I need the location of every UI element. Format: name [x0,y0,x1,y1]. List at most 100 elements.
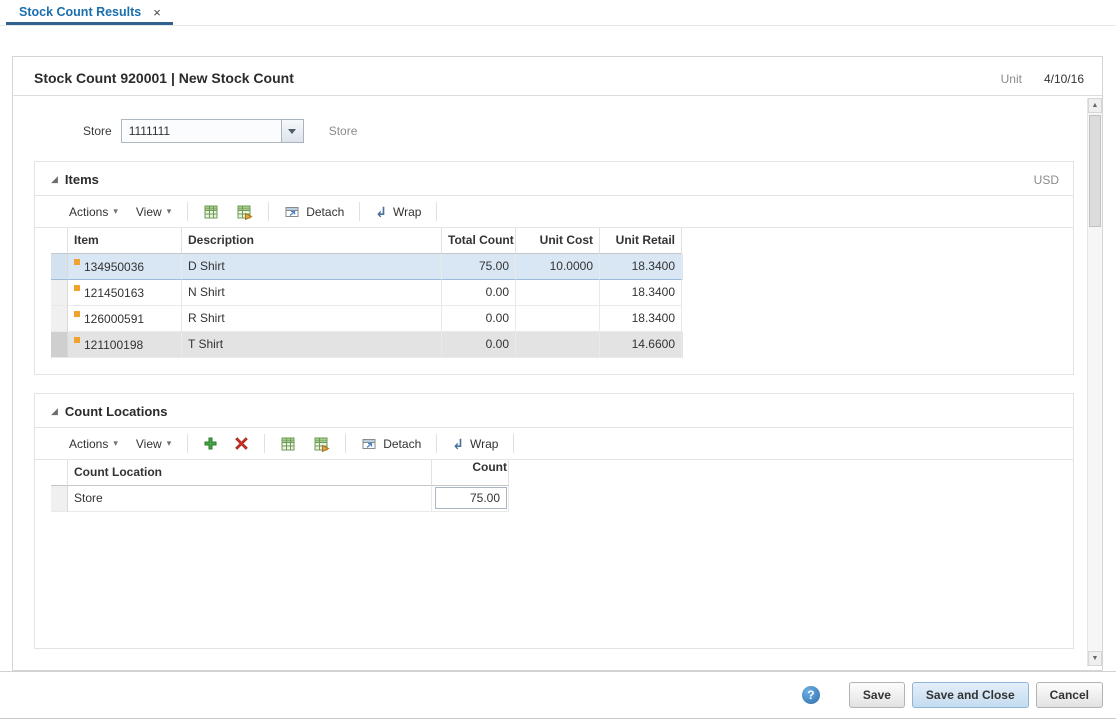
row-selector[interactable] [51,332,68,358]
delete-location-button[interactable] [227,433,256,454]
excel-export-icon [280,436,297,452]
actions-menu-label: Actions [69,205,108,219]
collapse-items-icon[interactable]: ◢ [51,174,58,185]
stock-count-content-panel: Stock Count 920001 | New Stock Count Uni… [12,56,1103,671]
application-window: Stock Count Results × Stock Count 920001… [0,0,1116,719]
unit-label: Unit [1001,72,1022,86]
wrap-icon: ↲ [375,205,387,219]
total-count-cell: 0.00 [442,280,516,306]
store-combo [121,119,304,143]
chevron-down-icon [288,129,296,134]
export-selected-button[interactable] [306,433,337,455]
export-to-excel-button[interactable] [273,433,304,455]
table-row[interactable]: 121450163 N Shirt 0.00 18.3400 [51,280,683,306]
item-cell: 121100198 [68,332,182,358]
header-right: Unit 4/10/16 [1001,72,1086,86]
detach-icon [284,204,300,220]
actions-menu-label: Actions [69,437,108,451]
table-row[interactable]: 134950036 D Shirt 75.00 10.0000 18.3400 [51,254,683,280]
unit-retail-cell: 18.3400 [600,306,682,332]
table-row[interactable]: 126000591 R Shirt 0.00 18.3400 [51,306,683,332]
unit-retail-cell: 18.3400 [600,254,682,280]
export-to-excel-button[interactable] [196,201,227,223]
detach-button[interactable]: Detach [277,201,351,223]
export-selected-button[interactable] [229,201,260,223]
count-locations-section-header: ◢ Count Locations [35,394,1073,427]
count-input[interactable]: 75.00 [435,487,507,509]
column-header-total-count[interactable]: Total Count [442,228,516,254]
changed-indicator-icon [74,285,80,291]
scroll-down-icon[interactable]: ▼ [1088,651,1102,666]
toolbar-separator [513,434,514,453]
scrollbar-thumb[interactable] [1089,115,1101,227]
column-header-count-location[interactable]: Count Location [68,460,432,486]
row-selector[interactable] [51,280,68,306]
items-section-header: ◢ Items USD [35,162,1073,195]
unit-cost-cell [516,332,600,358]
locations-table-header-row: Count Location Count [51,460,509,486]
page-title: Stock Count 920001 | New Stock Count [34,70,294,86]
total-count-cell: 75.00 [442,254,516,280]
locations-actions-menu[interactable]: Actions ▾ [61,433,126,455]
wrap-label: Wrap [393,205,421,219]
vertical-scrollbar[interactable]: ▲ ▼ [1087,98,1102,666]
row-selector-header [51,228,68,254]
column-header-unit-retail[interactable]: Unit Retail [600,228,682,254]
view-menu-label: View [136,437,162,451]
currency-label: USD [1034,173,1059,187]
column-header-description[interactable]: Description [182,228,442,254]
table-row[interactable]: Store 75.00 [51,486,509,512]
table-row[interactable]: 121100198 T Shirt 0.00 14.6600 [51,332,683,358]
toolbar-separator [359,202,360,221]
toolbar-separator [187,202,188,221]
description-cell: T Shirt [182,332,442,358]
help-icon[interactable]: ? [802,686,820,704]
unit-cost-cell [516,280,600,306]
tab-bar: Stock Count Results × [0,0,1116,26]
description-cell: N Shirt [182,280,442,306]
column-header-count[interactable]: Count [432,460,509,486]
toolbar-separator [264,434,265,453]
items-view-menu[interactable]: View ▾ [128,201,179,223]
detach-button[interactable]: Detach [354,433,428,455]
items-section: ◢ Items USD Actions ▾ View ▾ [34,161,1074,375]
cancel-button[interactable]: Cancel [1036,682,1103,708]
count-locations-section: ◢ Count Locations Actions ▾ View ▾ [34,393,1074,649]
excel-export-icon [203,204,220,220]
close-icon[interactable]: × [153,6,161,19]
scroll-up-icon[interactable]: ▲ [1088,98,1102,113]
chevron-down-icon: ▾ [167,206,172,217]
add-location-button[interactable] [196,433,225,454]
count-location-cell: Store [68,486,432,512]
collapse-count-locations-icon[interactable]: ◢ [51,406,58,417]
items-table-header-row: Item Description Total Count Unit Cost U… [51,228,683,254]
column-header-item[interactable]: Item [68,228,182,254]
store-dropdown-button[interactable] [281,119,304,143]
footer-button-bar: ? Save Save and Close Cancel [0,671,1116,718]
row-selector[interactable] [51,486,68,512]
column-header-unit-cost[interactable]: Unit Cost [516,228,600,254]
wrap-button[interactable]: ↲ Wrap [368,202,428,222]
items-actions-menu[interactable]: Actions ▾ [61,201,126,223]
save-and-close-button[interactable]: Save and Close [912,682,1029,708]
wrap-icon: ↲ [452,437,464,451]
date-label: 4/10/16 [1044,72,1084,86]
locations-view-menu[interactable]: View ▾ [128,433,179,455]
tab-label: Stock Count Results [19,5,141,19]
content-header: Stock Count 920001 | New Stock Count Uni… [13,57,1102,96]
description-cell: D Shirt [182,254,442,280]
delete-icon [234,436,249,451]
row-selector[interactable] [51,254,68,280]
items-section-title: Items [65,172,99,187]
detach-icon [361,436,377,452]
store-input[interactable] [121,119,281,143]
wrap-button[interactable]: ↲ Wrap [445,434,505,454]
excel-export-arrow-icon [236,204,253,220]
toolbar-separator [345,434,346,453]
row-selector[interactable] [51,306,68,332]
unit-cost-cell [516,306,600,332]
save-button[interactable]: Save [849,682,905,708]
tab-stock-count-results[interactable]: Stock Count Results × [6,0,173,25]
toolbar-separator [187,434,188,453]
add-icon [203,436,218,451]
